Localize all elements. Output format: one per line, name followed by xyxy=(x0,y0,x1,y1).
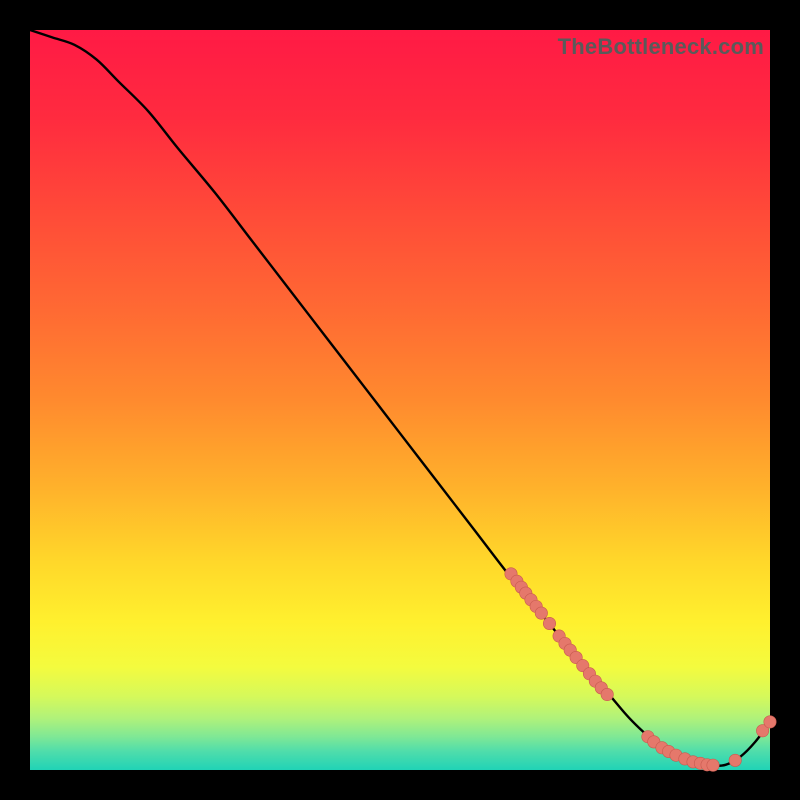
chart-svg xyxy=(30,30,770,770)
bottleneck-curve xyxy=(30,30,770,766)
watermark-text: TheBottleneck.com xyxy=(558,34,764,60)
data-dot xyxy=(707,759,719,771)
data-dot xyxy=(601,688,613,700)
data-dot xyxy=(764,716,776,728)
chart-frame: TheBottleneck.com xyxy=(0,0,800,800)
plot-area: TheBottleneck.com xyxy=(30,30,770,770)
data-dot xyxy=(543,617,555,629)
data-dot xyxy=(535,607,547,619)
data-dot xyxy=(729,754,741,766)
data-dots xyxy=(505,568,776,772)
